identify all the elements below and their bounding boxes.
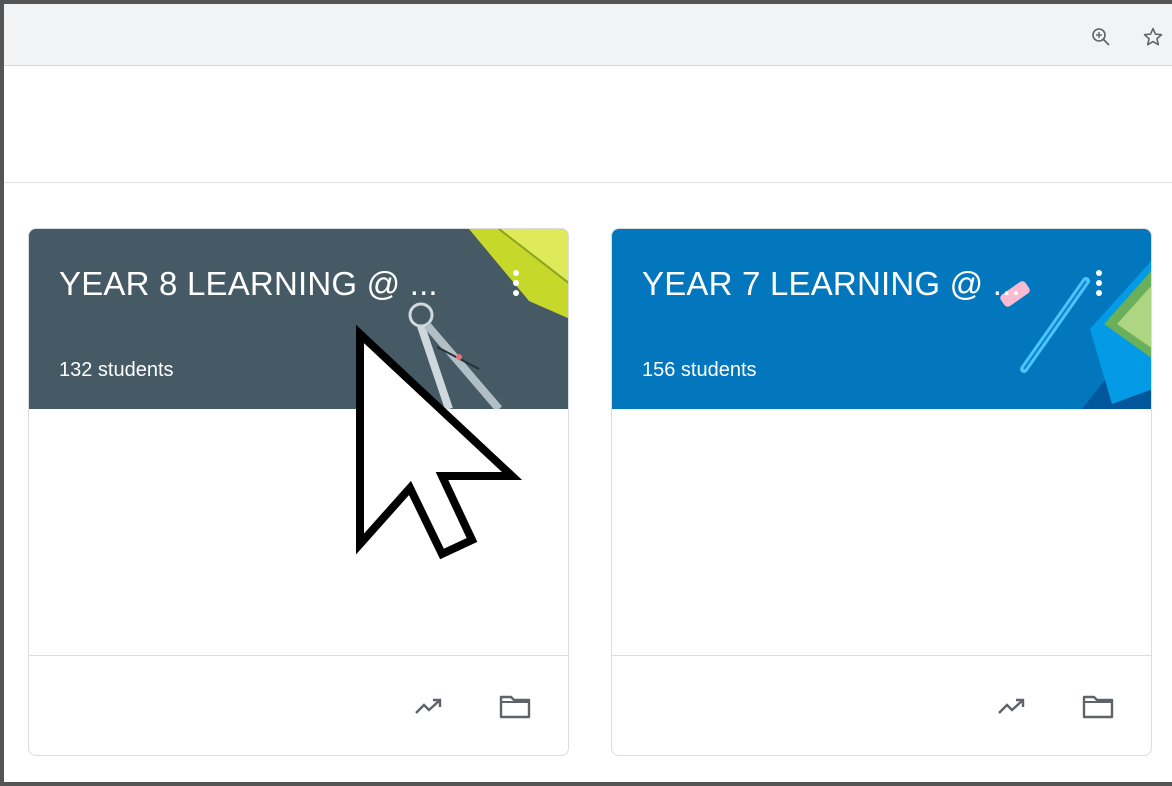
more-vert-icon[interactable] (504, 265, 528, 301)
class-card-footer (29, 655, 568, 755)
mouse-cursor-icon (356, 324, 523, 560)
class-card[interactable]: YEAR 7 LEARNING @ ... 156 students (611, 228, 1152, 756)
class-card-header[interactable]: YEAR 7 LEARNING @ ... 156 students (612, 229, 1151, 409)
star-icon[interactable] (1140, 24, 1166, 50)
class-card-footer (612, 655, 1151, 755)
browser-window: YEAR 8 LEARNING @ ... 132 students YEAR … (0, 0, 1172, 786)
more-vert-icon[interactable] (1087, 265, 1111, 301)
zoom-in-icon[interactable] (1088, 24, 1114, 50)
student-count: 132 students (59, 359, 174, 381)
class-title[interactable]: YEAR 8 LEARNING @ ... (59, 265, 499, 303)
student-count: 156 students (642, 359, 757, 381)
page-header-area (4, 66, 1172, 183)
trending-up-icon[interactable] (411, 690, 447, 722)
browser-toolbar (4, 4, 1172, 66)
folder-icon[interactable] (497, 690, 533, 722)
class-title[interactable]: YEAR 7 LEARNING @ ... (642, 265, 1082, 303)
pens-illustration (1000, 261, 1151, 409)
folder-icon[interactable] (1080, 690, 1116, 722)
trending-up-icon[interactable] (994, 690, 1030, 722)
